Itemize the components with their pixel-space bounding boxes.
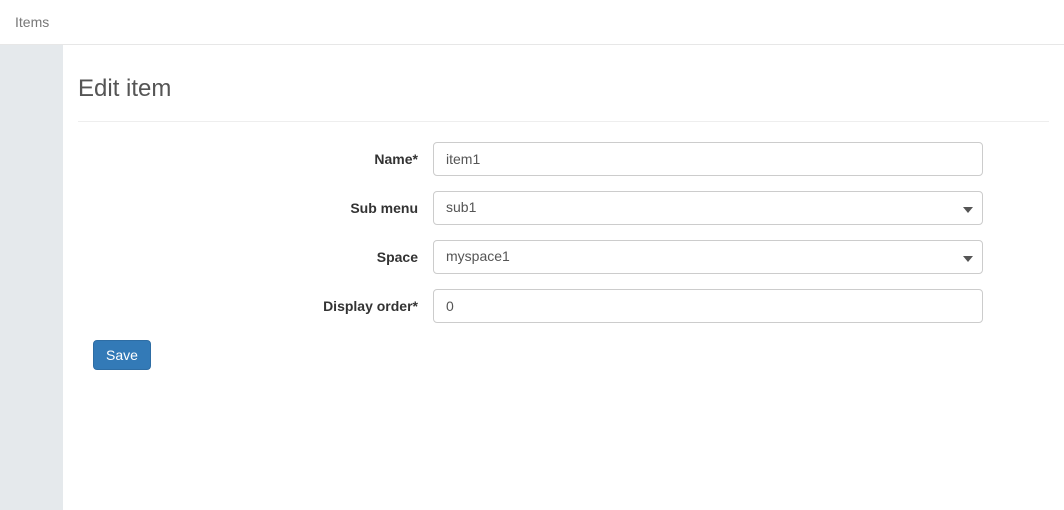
form-row-name: Name* — [78, 142, 1049, 176]
display-order-input[interactable] — [433, 289, 983, 323]
form-row-space: Space myspace1 — [78, 240, 1049, 274]
form-row-sub-menu: Sub menu sub1 — [78, 191, 1049, 225]
content: Edit item Name* Sub menu sub1 Space — [63, 45, 1064, 510]
label-name: Name* — [78, 151, 433, 167]
space-select[interactable]: myspace1 — [433, 240, 983, 274]
save-button[interactable]: Save — [93, 340, 151, 370]
layout: Edit item Name* Sub menu sub1 Space — [0, 45, 1064, 510]
label-space: Space — [78, 249, 433, 265]
name-input[interactable] — [433, 142, 983, 176]
space-value: myspace1 — [433, 240, 983, 274]
page-title: Edit item — [78, 75, 1049, 103]
label-display-order: Display order* — [78, 298, 433, 314]
topbar: Items — [0, 0, 1064, 45]
nav-link-items[interactable]: Items — [15, 14, 49, 30]
form-row-display-order: Display order* — [78, 289, 1049, 323]
sub-menu-select[interactable]: sub1 — [433, 191, 983, 225]
divider — [78, 121, 1049, 122]
label-sub-menu: Sub menu — [78, 200, 433, 216]
sidebar — [0, 45, 63, 510]
sub-menu-value: sub1 — [433, 191, 983, 225]
